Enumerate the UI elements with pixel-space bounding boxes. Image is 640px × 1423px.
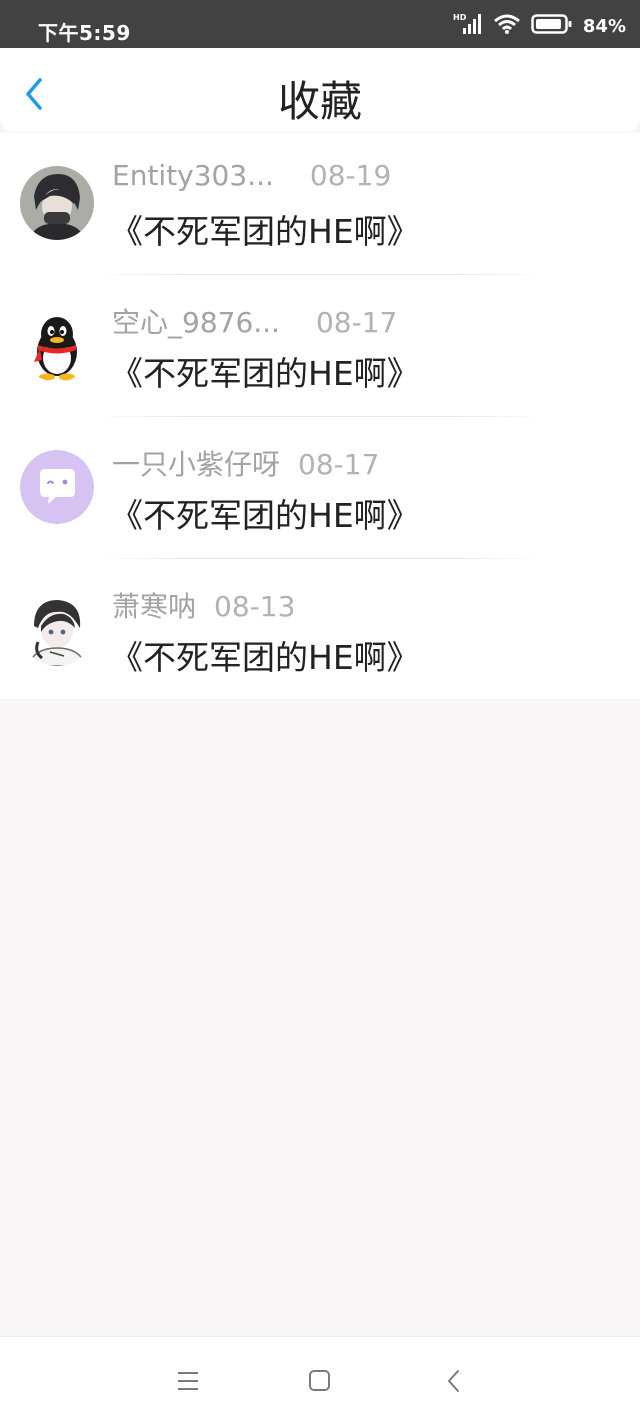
avatar[interactable] <box>20 592 94 666</box>
username: Entity303... <box>112 159 274 192</box>
wifi-icon <box>493 13 521 39</box>
battery-level: 84% <box>582 15 626 37</box>
status-time: 下午5:59 <box>38 21 131 45</box>
username: 空心_9876... <box>112 306 280 339</box>
list-item[interactable]: 一只小紫仔呀 08-17 《不死军团的HE啊》 <box>0 417 640 559</box>
status-icons: HD 84% <box>453 12 626 40</box>
anime-boy-sketch-icon <box>20 592 94 666</box>
list-item[interactable]: Entity303... 08-19 《不死军团的HE啊》 <box>0 133 640 275</box>
item-meta: 空心_9876... 08-17 <box>112 301 397 341</box>
back-triangle-icon <box>448 1370 459 1392</box>
date: 08-17 <box>315 306 398 339</box>
avatar[interactable] <box>20 166 94 240</box>
username: 萧寒呐 <box>112 590 197 623</box>
home-button[interactable] <box>300 1365 340 1399</box>
home-square-icon <box>309 1370 330 1391</box>
date: 08-17 <box>298 448 380 481</box>
list-item[interactable]: 空心_9876... 08-17 《不死军团的HE啊》 <box>0 275 640 417</box>
username: 一只小紫仔呀 <box>112 448 281 481</box>
date: 08-13 <box>214 590 296 623</box>
status-bar: 下午5:59 HD 84% <box>0 0 640 48</box>
item-title: 《不死军团的HE啊》 <box>110 212 420 251</box>
signal-icon: HD <box>453 12 483 40</box>
purple-chat-bubble-icon <box>20 450 94 524</box>
date: 08-19 <box>309 159 392 192</box>
menu-button[interactable] <box>168 1365 208 1399</box>
item-meta: 一只小紫仔呀 08-17 <box>112 443 379 483</box>
avatar[interactable] <box>20 450 94 524</box>
back-nav-button[interactable] <box>434 1365 474 1399</box>
anime-dark-hair-avatar-icon <box>20 166 94 240</box>
item-title: 《不死军团的HE啊》 <box>110 638 420 677</box>
navigation-bar <box>0 1336 640 1423</box>
page-title: 收藏 <box>277 77 362 126</box>
header: 收藏 <box>0 48 640 132</box>
menu-icon <box>178 1372 198 1390</box>
item-meta: 萧寒呐 08-13 <box>112 585 295 625</box>
network-label: HD <box>453 13 467 22</box>
avatar[interactable] <box>20 308 94 382</box>
qq-penguin-icon <box>34 317 77 381</box>
item-meta: Entity303... 08-19 <box>112 159 391 192</box>
battery-icon <box>531 13 573 39</box>
item-title: 《不死军团的HE啊》 <box>110 354 420 393</box>
list-item[interactable]: 萧寒呐 08-13 《不死军团的HE啊》 <box>0 559 640 699</box>
favorites-list: Entity303... 08-19 《不死军团的HE啊》 空心_9876...… <box>0 133 640 699</box>
item-title: 《不死军团的HE啊》 <box>110 496 420 535</box>
